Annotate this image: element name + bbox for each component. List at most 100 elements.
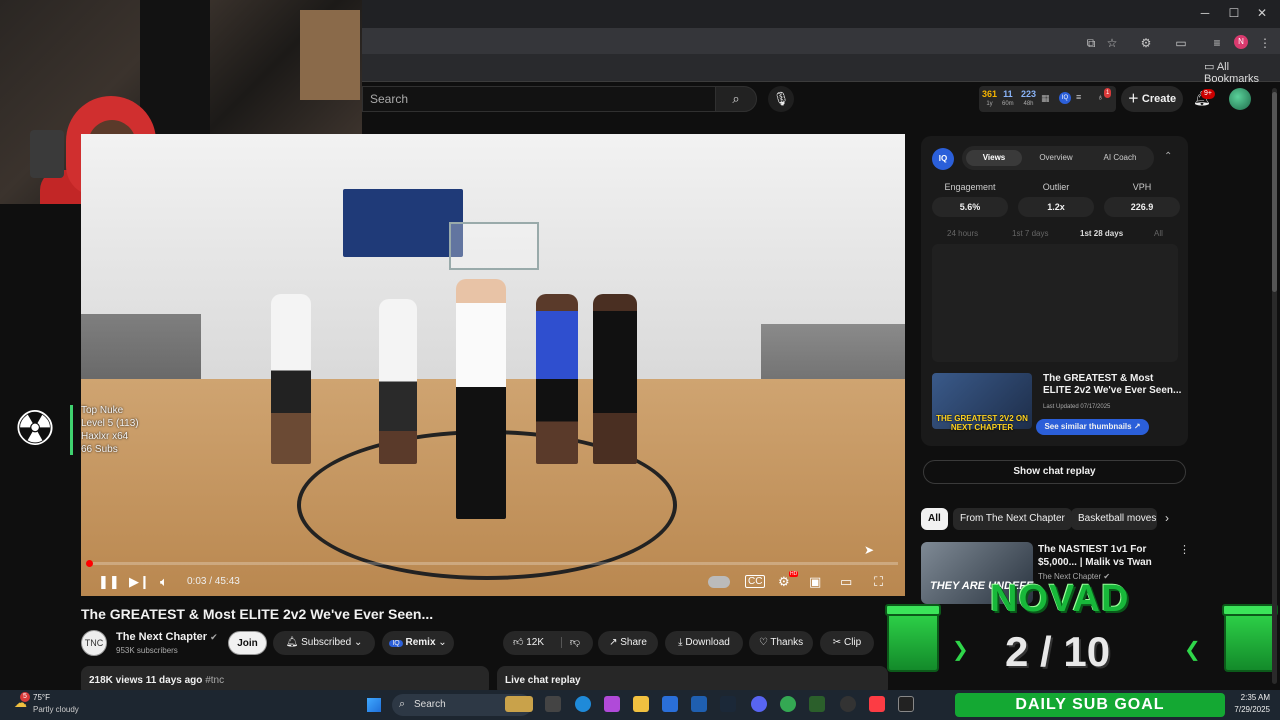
- video-frame-player: [271, 294, 311, 464]
- store-icon[interactable]: [662, 696, 678, 712]
- voice-search-button[interactable]: 🎙: [768, 86, 794, 112]
- more-menu-icon[interactable]: ⋮: [1256, 34, 1274, 52]
- all-bookmarks-link[interactable]: ▭ All Bookmarks: [1204, 60, 1280, 85]
- dislike-button[interactable]: 👎︎: [560, 637, 580, 648]
- subscribed-button[interactable]: 🔔︎ Subscribed ⌄: [273, 631, 375, 655]
- theater-mode-icon[interactable]: ▭: [840, 574, 852, 590]
- grid-icon[interactable]: ▦: [1041, 93, 1050, 103]
- miniplayer-icon[interactable]: ▣: [809, 574, 821, 590]
- create-button[interactable]: ＋ Create: [1121, 86, 1183, 112]
- settings-icon[interactable]: ⚙: [778, 574, 790, 590]
- close-icon[interactable]: ✕: [1252, 6, 1272, 20]
- steam-icon[interactable]: [720, 696, 736, 712]
- video-scrubber-handle[interactable]: [86, 560, 93, 567]
- search-input[interactable]: Search: [362, 86, 715, 112]
- windows-start-icon[interactable]: [367, 698, 381, 712]
- minimize-icon[interactable]: ─: [1195, 6, 1215, 20]
- edge-icon[interactable]: [575, 696, 591, 712]
- autoplay-toggle[interactable]: [708, 576, 730, 588]
- sub-goal-streamer-name: NOVAD: [990, 578, 1130, 620]
- see-similar-thumbnails-button[interactable]: See similar thumbnails ↗: [1036, 419, 1149, 435]
- media-icon[interactable]: ≡: [1208, 34, 1226, 52]
- task-view-icon[interactable]: [545, 696, 561, 712]
- tab-views[interactable]: Views: [966, 150, 1022, 166]
- split-view-icon[interactable]: ▭: [1172, 34, 1190, 52]
- video-frame-hoop: [449, 222, 539, 270]
- like-dislike-group: 👍︎ 12K 👎︎: [503, 631, 593, 655]
- thanks-button[interactable]: ♡ Thanks: [749, 631, 813, 655]
- clip-button[interactable]: ✂ Clip: [820, 631, 874, 655]
- like-button[interactable]: 👍︎ 12K: [513, 637, 544, 648]
- fullscreen-icon[interactable]: ⛶: [874, 574, 883, 590]
- chip-basketball-moves[interactable]: Basketball moves: [1071, 508, 1157, 530]
- epic-games-icon[interactable]: [898, 696, 914, 712]
- next-icon[interactable]: ▶❙: [129, 574, 150, 590]
- chip-all[interactable]: All: [921, 508, 948, 530]
- channel-name-link[interactable]: The Next Chapter ✔: [116, 631, 218, 643]
- range-24-hours[interactable]: 24 hours: [947, 229, 978, 238]
- extensions-icon[interactable]: ⚙: [1137, 34, 1155, 52]
- extension-badge-icon[interactable]: ♁: [1097, 92, 1104, 102]
- video-title: The GREATEST & Most ELITE 2v2 We've Ever…: [81, 606, 434, 622]
- chrome-icon[interactable]: [780, 696, 796, 712]
- outlook-icon[interactable]: [691, 696, 707, 712]
- collapse-icon[interactable]: ⌃: [1164, 151, 1172, 162]
- page-scrollbar-thumb[interactable]: [1272, 92, 1277, 292]
- install-app-icon[interactable]: ⧉: [1082, 34, 1100, 52]
- search-highlight-icon[interactable]: [505, 696, 533, 712]
- remix-button[interactable]: IQ Remix ⌄: [382, 631, 454, 655]
- range-all[interactable]: All: [1154, 229, 1163, 238]
- mouse-cursor-icon: ➤: [864, 543, 875, 557]
- more-options-icon[interactable]: ⋮: [1179, 543, 1190, 556]
- share-button[interactable]: ↗ Share: [598, 631, 658, 655]
- channel-avatar[interactable]: TNC: [81, 630, 107, 656]
- video-progress-bar[interactable]: [88, 562, 898, 565]
- vidiq-logo: IQ: [932, 148, 954, 170]
- volume-icon[interactable]: 🔈︎: [160, 574, 168, 590]
- account-avatar[interactable]: [1229, 88, 1251, 110]
- menu-icon[interactable]: ≡: [1076, 92, 1081, 102]
- iq-icon[interactable]: IQ: [1059, 92, 1071, 104]
- tab-overview[interactable]: Overview: [1028, 150, 1084, 166]
- views-and-date: 218K views 11 days ago: [89, 675, 203, 686]
- video-frame-host: [456, 279, 506, 519]
- tab-ai-coach[interactable]: AI Coach: [1090, 150, 1150, 166]
- range-7-days[interactable]: 1st 7 days: [1012, 229, 1048, 238]
- subscribed-label: Subscribed: [301, 637, 352, 648]
- profile-avatar[interactable]: N: [1234, 35, 1248, 49]
- copilot-icon[interactable]: [604, 696, 620, 712]
- chevron-right-icon[interactable]: ›: [1165, 511, 1169, 525]
- search-icon: ⌕: [732, 91, 740, 106]
- show-chat-replay-button[interactable]: Show chat replay: [923, 460, 1186, 484]
- video-frame-player: [593, 294, 637, 464]
- maximize-icon[interactable]: ☐: [1224, 6, 1244, 20]
- nvidia-icon[interactable]: [809, 696, 825, 712]
- file-explorer-icon[interactable]: [633, 696, 649, 712]
- share-label: Share: [620, 637, 647, 648]
- bookmark-star-icon[interactable]: ☆: [1103, 34, 1121, 52]
- microphone-icon: 🎙: [772, 91, 790, 106]
- create-label: Create: [1141, 93, 1177, 105]
- download-button[interactable]: ⤓ Download: [665, 631, 743, 655]
- taskbar-date: 7/29/2025: [1234, 705, 1270, 714]
- top-nuke-panel: Top Nuke Level 5 (113) Haxlxr x64 66 Sub…: [81, 404, 139, 456]
- verified-icon: ✔: [210, 632, 218, 642]
- music-icon[interactable]: [869, 696, 885, 712]
- join-button[interactable]: Join: [228, 631, 267, 655]
- thanks-label: Thanks: [770, 637, 804, 648]
- discord-icon[interactable]: [751, 696, 767, 712]
- hashtag-link[interactable]: #tnc: [205, 675, 224, 686]
- channel-stats-widget[interactable]: 361 1y 11 60m 223 48h ▦ IQ ≡ ♁ 1: [979, 86, 1116, 112]
- metric-outlier-label: Outlier: [1042, 182, 1070, 192]
- chip-from-the-next-chapter[interactable]: From The Next Chapter: [953, 508, 1072, 530]
- video-time: 0:03 / 45:43: [187, 576, 240, 587]
- extension-badge-count: 1: [1104, 88, 1112, 98]
- range-28-days[interactable]: 1st 28 days: [1080, 229, 1123, 238]
- captions-icon[interactable]: CC: [745, 575, 766, 588]
- obs-icon[interactable]: [840, 696, 856, 712]
- video-frame-scoreboard: [343, 189, 463, 257]
- recommendation-title[interactable]: The NASTIEST 1v1 For $5,000... | Malik v…: [1038, 543, 1176, 569]
- video-player[interactable]: [81, 134, 905, 596]
- pause-icon[interactable]: ❚❚: [98, 574, 120, 590]
- search-button[interactable]: ⌕: [715, 86, 757, 112]
